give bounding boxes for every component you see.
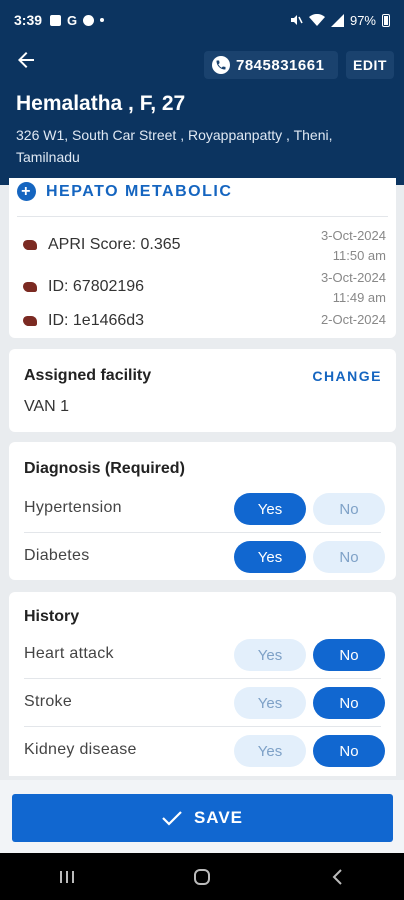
record-text: ID: 67802196 — [48, 278, 145, 295]
home-icon[interactable] — [182, 857, 222, 897]
wifi-icon — [308, 13, 325, 26]
patient-header: 7845831661 EDIT Hemalatha , F, 27 326 W1… — [0, 40, 404, 185]
question-label: Heart attack — [24, 645, 114, 662]
no-toggle[interactable]: No — [313, 541, 385, 573]
battery-percent: 97% — [349, 12, 376, 28]
edit-button[interactable]: EDIT — [346, 51, 394, 79]
yes-toggle[interactable]: Yes — [234, 735, 306, 767]
check-icon — [162, 811, 182, 826]
save-bar: SAVE — [0, 780, 404, 853]
status-bar: 3:39 G 97% — [0, 0, 404, 40]
call-button[interactable]: 7845831661 — [204, 51, 338, 79]
no-toggle[interactable]: No — [313, 735, 385, 767]
record-text: ID: 1e1466d3 — [48, 312, 145, 329]
yes-toggle[interactable]: Yes — [234, 493, 306, 525]
no-toggle[interactable]: No — [313, 639, 385, 671]
record-item[interactable]: APRI Score: 0.365 3-Oct-2024 11:50 am — [17, 226, 386, 270]
save-button[interactable]: SAVE — [12, 794, 393, 842]
record-item[interactable]: ID: 1e1466d3 2-Oct-2024 — [17, 310, 386, 354]
system-nav-bar — [0, 853, 404, 900]
record-item[interactable]: ID: 67802196 3-Oct-2024 11:49 am — [17, 268, 386, 312]
question-label: Diabetes — [24, 547, 90, 564]
diagnosis-row-hypertension: Hypertension Yes No — [9, 485, 396, 533]
question-label: Hypertension — [24, 499, 122, 516]
assigned-facility-card: Assigned facility CHANGE VAN 1 — [9, 349, 396, 432]
gallery-icon — [50, 14, 62, 26]
yes-toggle[interactable]: Yes — [234, 541, 306, 573]
no-toggle[interactable]: No — [313, 687, 385, 719]
notification-icons: G — [50, 12, 105, 28]
history-row-stroke: Stroke Yes No — [9, 679, 396, 727]
add-icon: + — [17, 182, 36, 201]
back-nav-icon[interactable] — [317, 857, 357, 897]
save-label: SAVE — [193, 808, 244, 827]
liver-icon — [23, 282, 37, 292]
battery-icon — [382, 13, 390, 27]
yes-toggle[interactable]: Yes — [234, 687, 306, 719]
recents-icon[interactable] — [47, 857, 87, 897]
google-icon: G — [67, 12, 78, 28]
liver-icon — [23, 240, 37, 250]
yes-toggle[interactable]: Yes — [234, 639, 306, 671]
back-arrow-icon[interactable] — [14, 48, 38, 72]
patient-name: Hemalatha , F, 27 — [16, 92, 186, 115]
facility-value: VAN 1 — [24, 398, 70, 415]
phone-number: 7845831661 — [236, 56, 325, 74]
question-label: Stroke — [24, 693, 73, 710]
record-date: 2-Oct-2024 — [320, 312, 386, 327]
diagnosis-card: Diagnosis (Required) Hypertension Yes No… — [9, 442, 396, 580]
divider — [17, 216, 388, 217]
no-toggle[interactable]: No — [313, 493, 385, 525]
liver-icon — [23, 316, 37, 326]
phone-icon — [212, 56, 230, 74]
history-row-kidney-disease: Kidney disease Yes No — [9, 727, 396, 775]
more-notifications-icon — [100, 18, 105, 22]
status-time: 3:39 — [14, 12, 43, 28]
history-title: History — [24, 608, 80, 625]
hepato-metabolic-header[interactable]: + HEPATO METABOLIC — [17, 182, 232, 201]
record-date: 3-Oct-2024 11:49 am — [320, 270, 386, 305]
message-icon — [83, 14, 95, 26]
facility-label: Assigned facility — [24, 367, 152, 384]
hepato-metabolic-title: HEPATO METABOLIC — [46, 182, 233, 200]
record-date: 3-Oct-2024 11:50 am — [320, 228, 386, 263]
status-right: 97% — [289, 13, 390, 28]
hepato-metabolic-card: + HEPATO METABOLIC APRI Score: 0.365 3-O… — [9, 178, 396, 338]
diagnosis-title: Diagnosis (Required) — [24, 460, 185, 477]
history-card: History Heart attack Yes No Stroke Yes N… — [9, 592, 396, 776]
signal-icon — [330, 13, 344, 27]
mute-icon — [290, 15, 303, 25]
change-facility-button[interactable]: CHANGE — [312, 368, 382, 384]
question-label: Kidney disease — [24, 741, 137, 758]
patient-address: 326 W1, South Car Street , Royappanpatty… — [16, 127, 333, 165]
record-text: APRI Score: 0.365 — [48, 236, 181, 253]
history-row-heart-attack: Heart attack Yes No — [9, 631, 396, 679]
diagnosis-row-diabetes: Diabetes Yes No — [9, 533, 396, 581]
